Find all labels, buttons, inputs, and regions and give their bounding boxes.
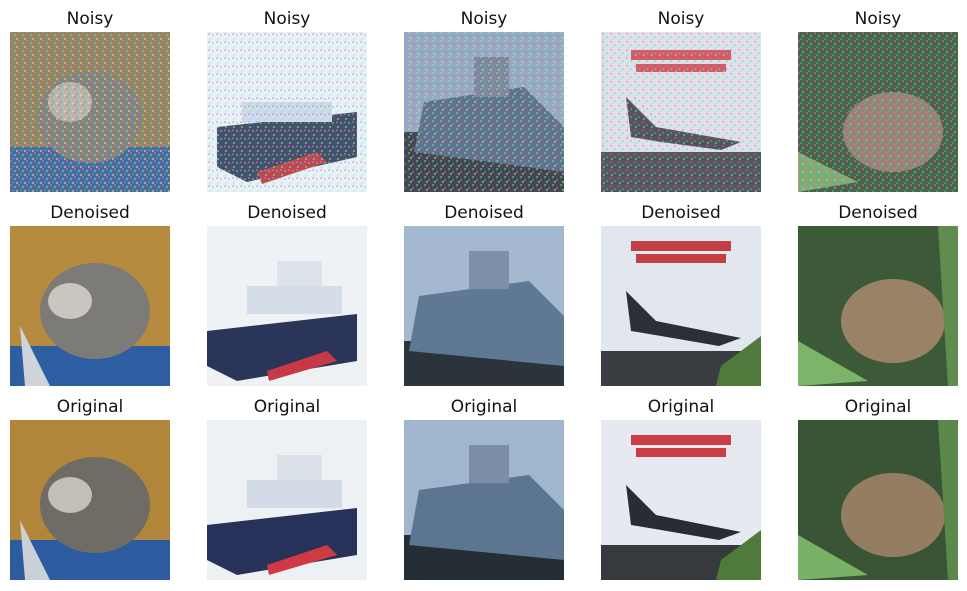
original-frog-image	[798, 420, 958, 580]
panel-title: Noisy	[657, 9, 705, 29]
panel-title: Original	[56, 397, 124, 417]
panel-title: Original	[647, 397, 715, 417]
denoised-frog-image	[798, 226, 958, 386]
original-boat-image	[404, 420, 564, 580]
panel-title: Denoised	[444, 203, 524, 223]
panel-title: Noisy	[263, 9, 311, 29]
noisy-cat-image	[10, 32, 170, 192]
denoised-boat-image	[404, 226, 564, 386]
panel-title: Noisy	[854, 9, 902, 29]
original-cat-image	[10, 420, 170, 580]
denoised-cat-image	[10, 226, 170, 386]
original-ship-image	[207, 420, 367, 580]
panel-title: Noisy	[66, 9, 114, 29]
noisy-frog-image	[798, 32, 958, 192]
noisy-ship-image	[207, 32, 367, 192]
panel-title: Original	[450, 397, 518, 417]
denoised-ship-image	[207, 226, 367, 386]
denoised-airplane-image	[601, 226, 761, 386]
panel-title: Denoised	[838, 203, 918, 223]
noisy-boat-image	[404, 32, 564, 192]
noisy-airplane-image	[601, 32, 761, 192]
panel-title: Denoised	[50, 203, 130, 223]
panel-title: Denoised	[247, 203, 327, 223]
image-grid: Noisy Noisy Noisy Noisy Noisy Denoised D…	[0, 0, 967, 591]
panel-title: Noisy	[460, 9, 508, 29]
panel-title: Original	[253, 397, 321, 417]
original-airplane-image	[601, 420, 761, 580]
panel-title: Denoised	[641, 203, 721, 223]
panel-title: Original	[844, 397, 912, 417]
